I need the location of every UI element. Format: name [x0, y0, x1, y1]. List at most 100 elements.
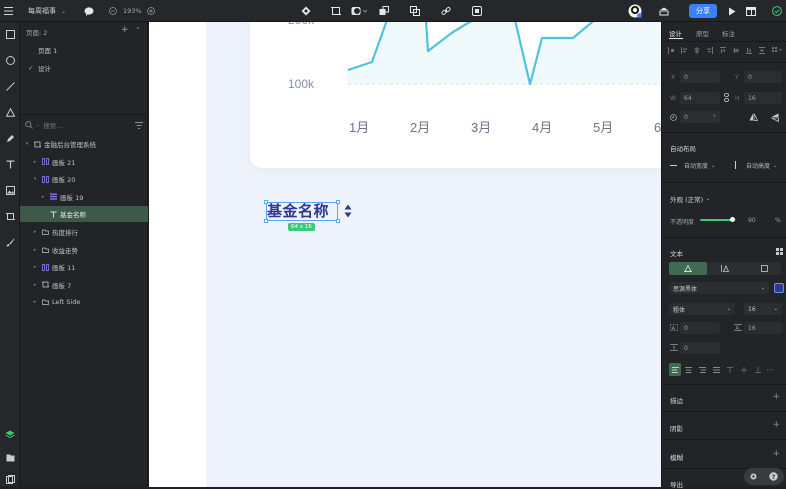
height-mode-dropdown[interactable]: 自动高度 ⌄ — [746, 161, 777, 171]
collapse-caret-icon[interactable]: ▸ — [32, 229, 38, 235]
chart-card[interactable]: 200k 100k 1月 2月 3月 4月 5月 6 — [250, 22, 661, 168]
union-icon[interactable] — [410, 4, 420, 18]
layer-row[interactable]: ▸ 画板 21 — [20, 154, 148, 170]
valign-top-icon[interactable] — [723, 366, 737, 373]
layer-row[interactable]: ▸ 热度排行 — [20, 224, 148, 240]
collapse-caret-icon[interactable]: ▸ — [32, 264, 38, 270]
help-icon[interactable]: ? — [769, 472, 778, 481]
align-bottom-icon[interactable] — [746, 47, 752, 54]
x-input[interactable]: 0 — [680, 71, 720, 83]
align-distribute-icon[interactable] — [668, 47, 674, 54]
fixed-size-option[interactable] — [761, 265, 768, 272]
polygon-tool-icon[interactable] — [2, 104, 18, 120]
frame-tool-icon[interactable] — [331, 4, 341, 18]
play-icon[interactable] — [728, 4, 736, 18]
layer-row[interactable]: ▸ Left Side — [20, 294, 148, 310]
fund-name-text[interactable]: 基金名称 — [267, 201, 329, 221]
zoom-out-icon[interactable] — [109, 4, 117, 18]
auto-width-option[interactable] — [669, 262, 707, 275]
boolean-icon[interactable] — [379, 4, 389, 18]
layer-row[interactable]: ▸ 收益走势 — [20, 242, 148, 258]
pages-panel-icon[interactable] — [2, 471, 18, 487]
search-input[interactable]: 搜索... — [43, 120, 62, 130]
align-text-center-icon[interactable] — [681, 366, 695, 373]
line-height-input[interactable]: 16 — [744, 322, 782, 334]
layer-row[interactable]: ▾ 金融后台管理系统 — [20, 136, 148, 152]
align-text-right-icon[interactable] — [695, 366, 709, 373]
share-button[interactable]: 分享 — [689, 4, 717, 18]
collapse-pages-icon[interactable]: ⌃ — [135, 26, 141, 34]
assets-panel-icon[interactable] — [2, 450, 18, 466]
design-canvas[interactable]: 200k 100k 1月 2月 3月 4月 5月 6 基金名称 64 x 16 — [149, 22, 661, 487]
settings-dot-icon[interactable] — [750, 473, 757, 480]
tab-prototype[interactable]: 原型 — [696, 28, 709, 38]
resize-handle[interactable] — [336, 219, 340, 223]
y-input[interactable]: 0 — [744, 71, 782, 83]
image-tool-icon[interactable] — [2, 182, 18, 198]
add-section-icon[interactable]: + — [772, 449, 780, 459]
zoom-level[interactable]: 193% — [123, 4, 142, 18]
valign-bottom-icon[interactable] — [751, 366, 765, 373]
layer-search[interactable]: ⌄ 搜索... — [25, 120, 143, 130]
resize-handle[interactable] — [264, 219, 268, 223]
font-size-select[interactable]: 16 ⌄ — [744, 303, 782, 315]
page-item-active[interactable]: ✓ 设计 — [20, 60, 148, 76]
filter-icon[interactable] — [135, 121, 143, 129]
width-mode-dropdown[interactable]: 自动宽度 ⌄ — [684, 161, 715, 171]
resize-handle[interactable] — [336, 200, 340, 204]
expand-caret-icon[interactable]: ▾ — [32, 176, 38, 182]
layer-row[interactable]: ▸ 画板 7 — [20, 277, 148, 293]
font-weight-select[interactable]: 粗体 ⌄ — [669, 303, 735, 315]
avatar[interactable] — [628, 4, 642, 18]
library-icon[interactable] — [659, 4, 669, 18]
page-item[interactable]: 页面 1 — [20, 42, 148, 58]
constrain-proportions-icon[interactable] — [724, 93, 729, 102]
mask-dropdown-icon[interactable] — [351, 4, 367, 18]
layers-panel-icon[interactable] — [2, 426, 18, 442]
auto-height-option[interactable] — [721, 265, 729, 272]
text-color-swatch[interactable] — [774, 283, 784, 293]
crop-icon[interactable] — [472, 4, 482, 18]
flip-vertical-icon[interactable] — [771, 113, 779, 122]
brush-tool-icon[interactable] — [2, 234, 18, 250]
collapse-caret-icon[interactable]: ▸ — [40, 194, 46, 200]
opacity-slider[interactable] — [700, 217, 736, 222]
pen-tool-icon[interactable] — [2, 130, 18, 146]
width-input[interactable]: 64 — [680, 92, 720, 104]
align-hcenter-icon[interactable] — [694, 47, 700, 54]
zoom-in-icon[interactable] — [147, 4, 155, 18]
valign-middle-icon[interactable] — [737, 366, 751, 373]
paragraph-spacing-input[interactable]: 0 — [680, 342, 720, 354]
inspector-section-title[interactable]: 描边 — [670, 395, 683, 405]
align-text-left-icon[interactable] — [669, 363, 681, 376]
collapse-caret-icon[interactable]: ▸ — [32, 159, 38, 165]
line-tool-icon[interactable] — [2, 78, 18, 94]
comment-icon[interactable] — [84, 4, 94, 18]
inspector-section-title[interactable]: 模糊 — [670, 452, 683, 462]
opacity-slider-thumb[interactable] — [729, 217, 735, 222]
link-icon[interactable] — [441, 4, 451, 18]
layer-row[interactable]: ▾ 画板 20 — [20, 171, 148, 187]
text-styles-icon[interactable] — [776, 248, 783, 255]
collapse-caret-icon[interactable]: ▸ — [32, 299, 38, 305]
align-vcenter-icon[interactable] — [733, 47, 739, 54]
align-right-icon[interactable] — [707, 47, 713, 54]
add-section-icon[interactable]: + — [772, 392, 780, 402]
inspector-section-title[interactable]: 阴影 — [670, 423, 683, 433]
artboard[interactable]: 200k 100k 1月 2月 3月 4月 5月 6 基金名称 64 x 16 — [206, 22, 661, 487]
rotation-input[interactable]: 0 ° — [680, 111, 720, 123]
component-diamond-icon[interactable] — [301, 4, 311, 18]
layer-row[interactable]: ▸ 画板 11 — [20, 259, 148, 275]
font-family-select[interactable]: 思源黑体 ⌄ — [669, 282, 769, 294]
project-name-dropdown[interactable]: 每周福事 ⌄ — [28, 4, 66, 18]
tab-annotation[interactable]: 标注 — [722, 28, 735, 38]
letter-spacing-input[interactable]: 0 — [680, 322, 720, 334]
collapse-caret-icon[interactable]: ▸ — [32, 282, 38, 288]
expand-caret-icon[interactable]: ▾ — [24, 141, 30, 147]
add-section-icon[interactable]: + — [772, 420, 780, 430]
distribute-icon[interactable] — [759, 47, 765, 54]
rectangle-tool-icon[interactable] — [2, 26, 18, 42]
flip-horizontal-icon[interactable] — [749, 113, 758, 121]
inspector-section-title[interactable]: 导出 — [670, 479, 683, 489]
menu-icon[interactable] — [4, 4, 13, 18]
